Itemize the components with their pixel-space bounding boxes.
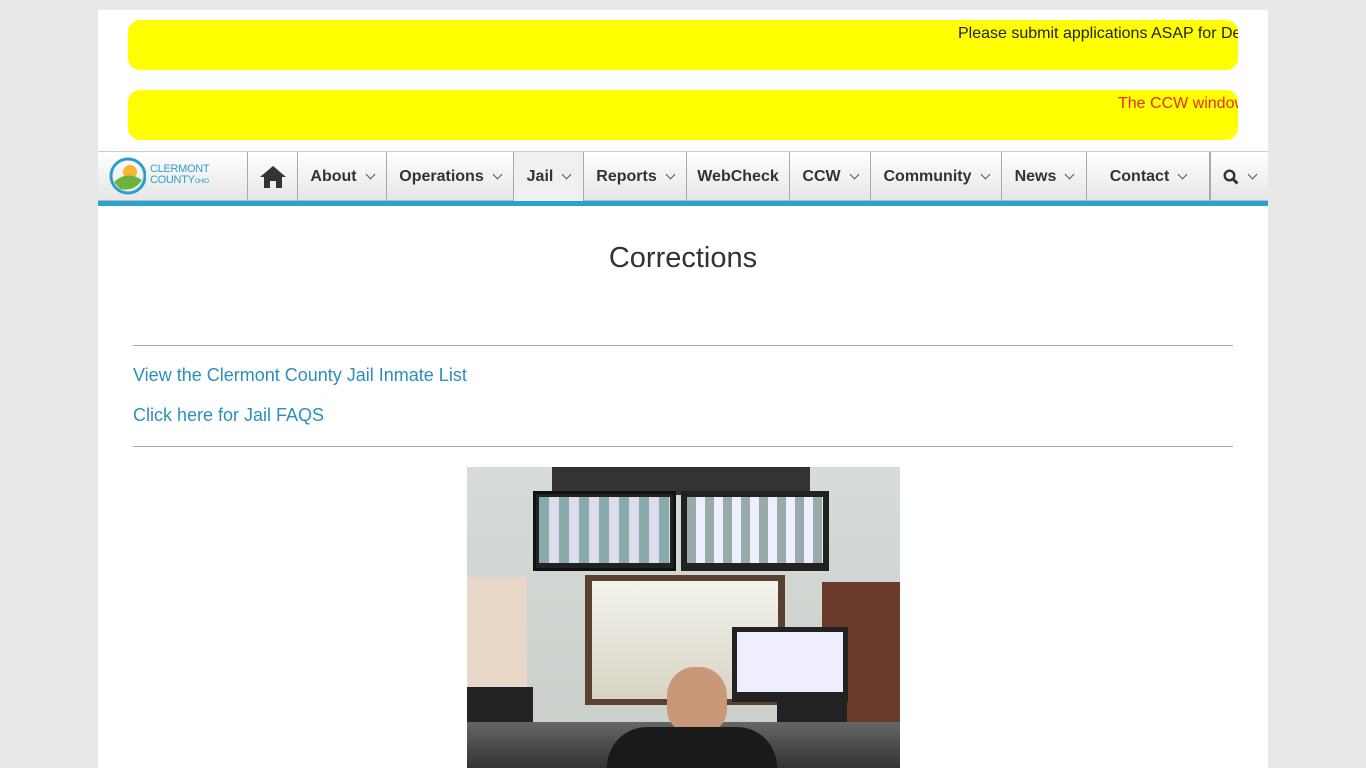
home-icon — [259, 165, 286, 188]
banner-text: The CCW window — [1118, 95, 1238, 112]
nav-label: Contact — [1109, 167, 1170, 185]
ccw-banner: The CCW window — [128, 90, 1238, 140]
logo-icon — [109, 157, 146, 195]
chevron-down-icon — [1064, 169, 1075, 180]
page-title: Corrections — [608, 242, 758, 274]
nav-label: Operations — [399, 167, 484, 185]
chevron-down-icon — [980, 169, 990, 180]
chevron-down-icon — [492, 169, 503, 180]
search-button[interactable] — [1210, 152, 1268, 201]
announcement-banner: Please submit applications ASAP for De — [128, 20, 1238, 70]
nav-accent-bar — [98, 201, 1268, 206]
jail-faqs-link[interactable]: Click here for Jail FAQS — [133, 405, 324, 426]
nav-label: Community — [883, 167, 972, 185]
nav-ccw[interactable]: CCW — [790, 152, 871, 201]
nav-reports[interactable]: Reports — [584, 152, 687, 201]
chevron-down-icon — [1177, 169, 1188, 180]
nav-label: CCW — [802, 167, 841, 185]
page: Please submit applications ASAP for De T… — [98, 10, 1268, 768]
chevron-down-icon — [561, 169, 572, 180]
nav-jail[interactable]: Jail — [514, 152, 584, 201]
nav-label: Jail — [526, 167, 554, 185]
clermont-county-logo[interactable]: CLERMONT COUNTYOHIO — [98, 152, 248, 200]
nav-webcheck[interactable]: WebCheck — [687, 152, 790, 201]
divider — [133, 345, 1233, 346]
chevron-down-icon — [365, 169, 376, 180]
chevron-down-icon — [1247, 169, 1258, 180]
nav-about[interactable]: About — [298, 152, 387, 201]
logo-line: COUNTY — [150, 174, 195, 186]
divider — [133, 446, 1233, 447]
search-icon — [1223, 168, 1239, 185]
chevron-down-icon — [849, 169, 860, 180]
nav-label: Reports — [596, 167, 657, 185]
nav-community[interactable]: Community — [871, 152, 1002, 201]
chevron-down-icon — [665, 169, 676, 180]
nav-contact[interactable]: Contact — [1087, 152, 1210, 201]
main-nav: CLERMONT COUNTYOHIO About Operations Jail… — [98, 151, 1268, 201]
nav-label: WebCheck — [697, 167, 779, 185]
logo-line: OHIO — [194, 179, 209, 185]
nav-news[interactable]: News — [1002, 152, 1087, 201]
nav-operations[interactable]: Operations — [387, 152, 514, 201]
home-button[interactable] — [248, 152, 298, 201]
banner-text: Please submit applications ASAP for De — [958, 25, 1238, 42]
nav-label: About — [310, 167, 357, 185]
nav-label: News — [1014, 167, 1057, 185]
inmate-list-link[interactable]: View the Clermont County Jail Inmate Lis… — [133, 365, 467, 386]
jail-control-room-photo — [467, 467, 900, 768]
